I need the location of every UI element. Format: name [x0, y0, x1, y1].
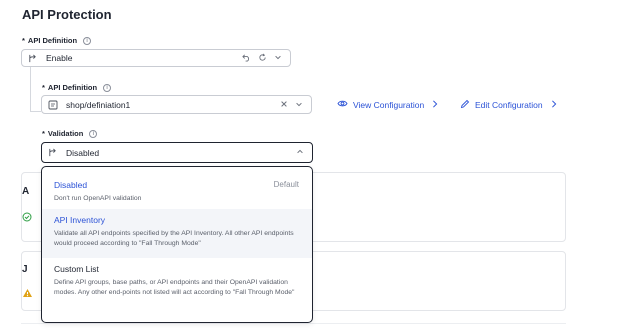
option-description: Define API groups, base paths, or API en…	[54, 279, 295, 296]
api-definition-enable-select[interactable]: Enable	[21, 49, 291, 67]
reset-icon[interactable]	[242, 53, 251, 64]
required-mark: *	[42, 129, 45, 138]
api-definition-label: * API Definition i	[42, 83, 112, 92]
branch-icon	[48, 148, 62, 157]
option-disabled[interactable]: Disabled Default Don't run OpenAPI valid…	[42, 167, 312, 209]
validation-dropdown-menu: Disabled Default Don't run OpenAPI valid…	[41, 166, 313, 323]
option-title: Disabled	[54, 180, 88, 190]
document-icon	[48, 100, 62, 110]
option-api-inventory[interactable]: API Inventory Validate all API endpoints…	[42, 209, 312, 258]
required-mark: *	[22, 36, 25, 45]
label-text: API Definition	[47, 83, 98, 92]
option-description: Validate all API endpoints specified by …	[54, 230, 294, 247]
option-title: API Inventory	[54, 215, 106, 225]
chevron-right-icon	[432, 99, 438, 110]
option-custom-list[interactable]: Custom List Define API groups, base path…	[42, 258, 312, 322]
api-definition-select[interactable]: shop/definiation1	[41, 95, 312, 114]
tree-connector	[30, 111, 41, 112]
page-title: API Protection	[22, 7, 112, 22]
divider	[21, 323, 566, 324]
chevron-up-icon[interactable]	[296, 148, 304, 158]
view-configuration-link[interactable]: View Configuration	[337, 99, 438, 110]
chevron-right-icon	[551, 100, 557, 110]
card-heading: J	[22, 264, 28, 275]
eye-icon	[337, 99, 348, 110]
info-icon[interactable]: i	[103, 83, 112, 92]
card-heading: A	[22, 186, 30, 197]
api-definition-toggle-label: * API Definition i	[22, 36, 92, 45]
select-value: Disabled	[66, 147, 100, 158]
label-text: API Definition	[27, 36, 78, 45]
required-mark: *	[42, 83, 45, 92]
select-value: Enable	[46, 53, 73, 63]
option-description: Don't run OpenAPI validation	[54, 195, 142, 202]
info-icon[interactable]: i	[89, 129, 98, 138]
branch-icon	[28, 54, 42, 63]
default-badge: Default	[273, 180, 299, 189]
link-text: Edit Configuration	[475, 100, 543, 110]
warning-icon	[22, 288, 33, 300]
refresh-icon[interactable]	[258, 53, 267, 64]
link-text: View Configuration	[353, 99, 425, 110]
info-icon[interactable]: i	[83, 36, 92, 45]
option-title: Custom List	[54, 264, 99, 274]
chevron-down-icon[interactable]	[274, 53, 282, 63]
validation-label: * Validation i	[42, 129, 98, 138]
validation-select[interactable]: Disabled	[41, 142, 313, 163]
clear-icon[interactable]	[280, 100, 288, 110]
select-value: shop/definiation1	[66, 99, 131, 110]
pencil-icon	[460, 99, 470, 111]
check-circle-icon	[22, 212, 32, 224]
label-text: Validation	[47, 129, 84, 138]
tree-connector	[30, 67, 31, 111]
chevron-down-icon[interactable]	[295, 100, 303, 110]
edit-configuration-link[interactable]: Edit Configuration	[460, 99, 557, 111]
